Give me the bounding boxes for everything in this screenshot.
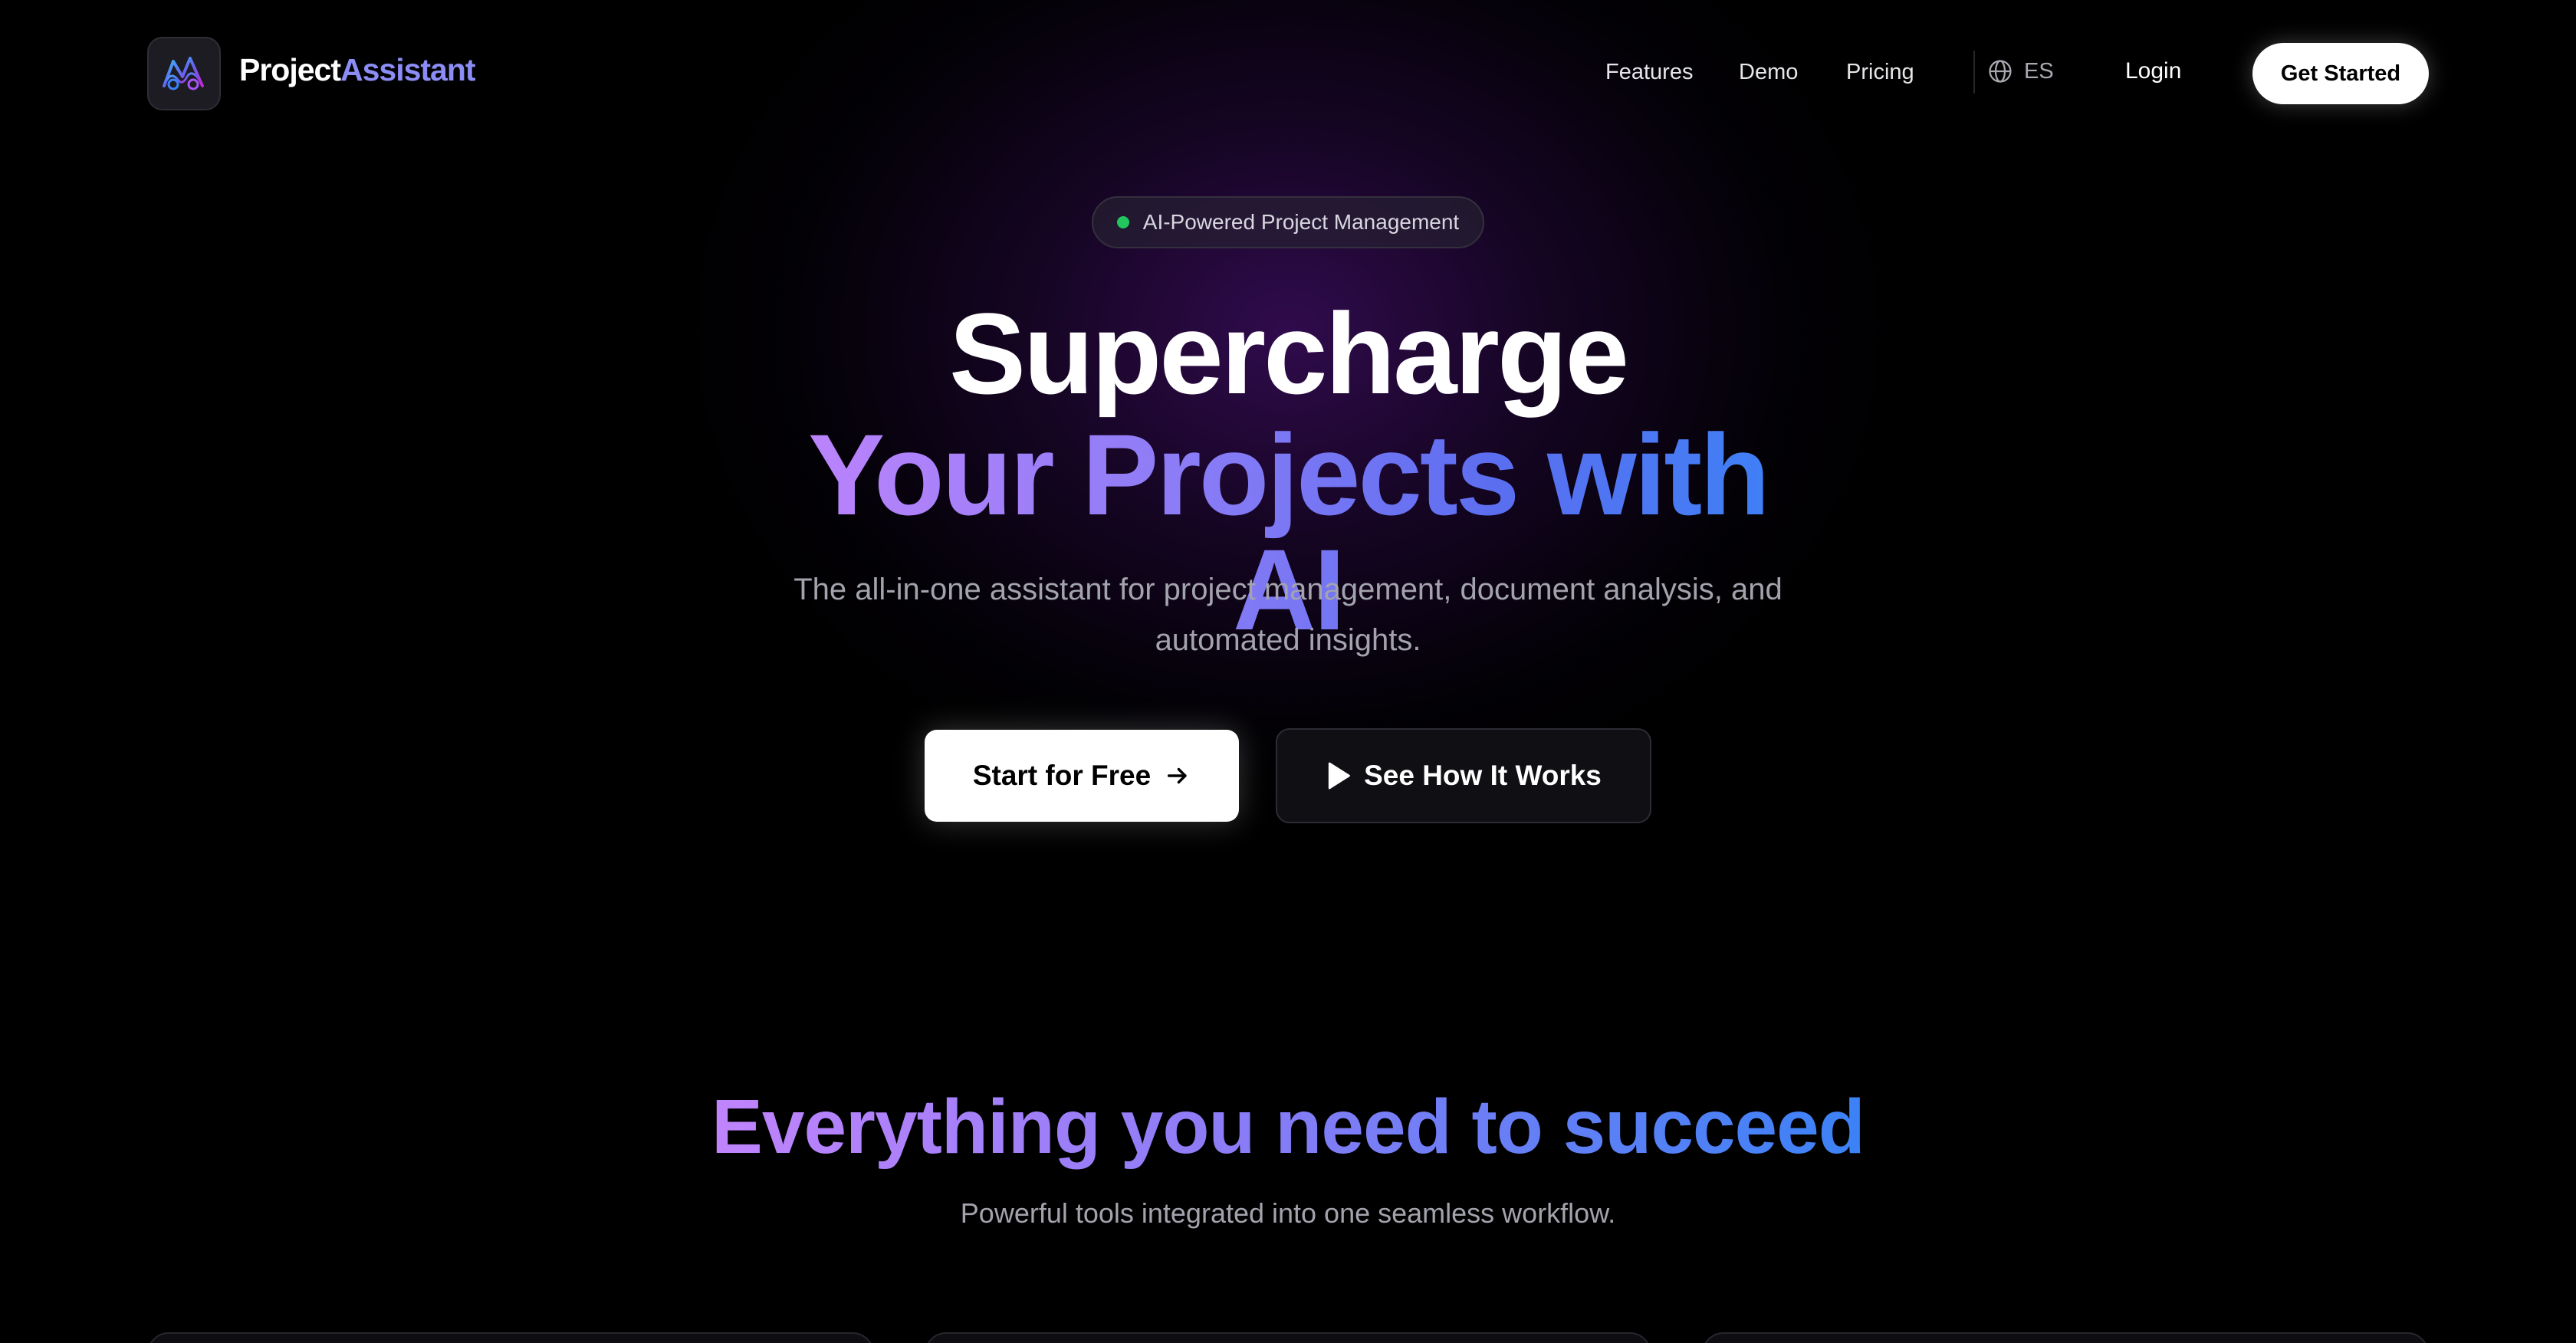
see-how-it-works-label: See How It Works xyxy=(1364,760,1602,791)
nav-divider xyxy=(1973,51,1975,94)
nav-link-pricing[interactable]: Pricing xyxy=(1846,60,1914,85)
language-label: ES xyxy=(2024,58,2054,84)
start-for-free-label: Start for Free xyxy=(972,760,1152,791)
top-nav: ProjectAssistant Features Demo Pricing E… xyxy=(0,0,2576,146)
logo[interactable] xyxy=(147,37,221,110)
see-how-it-works-button[interactable]: See How It Works xyxy=(1276,728,1651,823)
hero-subtitle: The all-in-one assistant for project man… xyxy=(794,573,1783,657)
get-started-button[interactable]: Get Started xyxy=(2252,43,2429,104)
feature-card-3[interactable] xyxy=(1702,1332,2429,1343)
language-switcher[interactable]: ES xyxy=(1987,58,2054,84)
feature-card-2[interactable] xyxy=(925,1332,1651,1343)
features-title: Everything you need to succeed xyxy=(0,1087,2576,1167)
features-subtitle: Powerful tools integrated into one seaml… xyxy=(960,1197,1616,1229)
nav-link-features[interactable]: Features xyxy=(1605,60,1693,85)
hero-title-line-1: Supercharge xyxy=(949,289,1629,418)
nav-link-demo[interactable]: Demo xyxy=(1739,60,1798,85)
hero-badge: AI-Powered Project Management xyxy=(1092,196,1484,248)
features-title-text: Everything you need to succeed xyxy=(711,1084,1865,1170)
login-link[interactable]: Login xyxy=(2125,58,2181,84)
status-dot-icon xyxy=(1116,216,1129,228)
logo-icon xyxy=(163,57,204,90)
play-icon xyxy=(1328,762,1350,790)
brand-name[interactable]: ProjectAssistant xyxy=(239,52,476,88)
brand-part-2: Assistant xyxy=(340,52,476,87)
hero-title-line-2-wrap: Your Projects with AI xyxy=(767,417,1809,647)
brand-part-1: Project xyxy=(239,52,341,87)
hero-badge-label: AI-Powered Project Management xyxy=(1142,210,1460,234)
landing-page: ProjectAssistant Features Demo Pricing E… xyxy=(0,0,2576,1343)
feature-card-1[interactable] xyxy=(147,1332,874,1343)
globe-icon xyxy=(1989,60,2012,83)
arrow-right-icon xyxy=(1168,767,1187,784)
start-for-free-button[interactable]: Start for Free xyxy=(925,730,1239,822)
